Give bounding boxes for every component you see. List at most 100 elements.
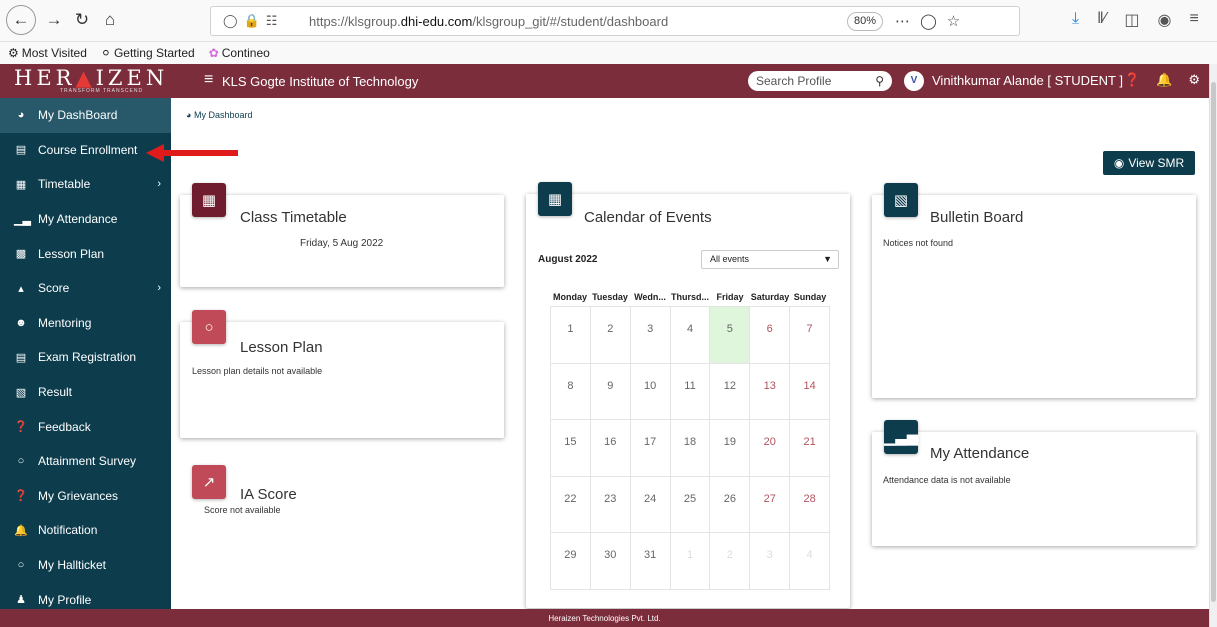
calendar-day[interactable]: 31 <box>630 533 671 590</box>
calendar-day[interactable]: 17 <box>630 420 671 477</box>
sidebar-item-my-dashboard[interactable]: ◕ My DashBoard <box>0 98 171 133</box>
breadcrumb[interactable]: ◕ My Dashboard <box>186 110 252 120</box>
contineo-icon: ✿ <box>208 46 219 60</box>
scrollbar-thumb[interactable] <box>1211 82 1216 602</box>
calendar-day[interactable]: 22 <box>551 476 591 533</box>
calendar-day[interactable]: 1 <box>551 307 591 364</box>
download-icon[interactable]: ⤓ <box>1072 10 1079 30</box>
calendar-week: 22 23 24 25 26 27 28 <box>551 476 831 533</box>
calendar-week: 29 30 31 1 2 3 4 <box>551 533 831 590</box>
calendar-day[interactable]: 23 <box>590 476 631 533</box>
calendar-day[interactable]: 9 <box>590 363 631 420</box>
calendar-day[interactable]: 18 <box>670 420 711 477</box>
user-circle-icon: ☻ <box>15 316 27 329</box>
search-profile-input[interactable]: Search Profile ⚲ <box>748 71 892 91</box>
lesson-plan-card: ○ Lesson Plan Lesson plan details not av… <box>180 310 504 438</box>
calendar-day[interactable]: 16 <box>590 420 631 477</box>
calendar-day[interactable]: 11 <box>670 363 711 420</box>
calendar-day-weekend[interactable]: 13 <box>750 363 791 420</box>
url-security-icons[interactable]: ◯ 🔒 ☷ <box>223 13 277 29</box>
sidebar-toggle-icon[interactable]: ◫ <box>1124 10 1139 30</box>
bookmark-contineo[interactable]: ✿ Contineo <box>209 46 270 60</box>
sidebar-item-mentoring[interactable]: ☻ Mentoring <box>0 306 171 341</box>
calendar-day[interactable]: 8 <box>551 363 591 420</box>
bookmark-getting-started[interactable]: ⚪ Getting Started <box>101 46 195 60</box>
reload-icon[interactable]: ↻ <box>68 6 96 34</box>
calendar-day[interactable]: 3 <box>630 307 671 364</box>
calendar-day-next-month[interactable]: 3 <box>750 533 791 590</box>
sidebar-item-score[interactable]: ▴ Score › <box>0 271 171 306</box>
url-text[interactable]: https://klsgroup.dhi-edu.com/klsgroup_gi… <box>309 14 668 29</box>
calendar-grid: 1 2 3 4 5 6 7 8 9 10 11 12 13 14 15 16 1… <box>550 306 831 590</box>
home-icon[interactable]: ⌂ <box>96 6 124 34</box>
calendar-day-today[interactable]: 5 <box>710 307 751 364</box>
calendar-day-next-month[interactable]: 4 <box>790 533 831 590</box>
sidebar-item-notification[interactable]: 🔔 Notification <box>0 513 171 548</box>
sidebar-item-label: My Profile <box>38 592 92 607</box>
bookmark-star-icon[interactable]: ☆ <box>947 12 960 30</box>
zoom-badge[interactable]: 80% <box>847 12 884 31</box>
sidebar-item-lesson-plan[interactable]: ▩ Lesson Plan <box>0 236 171 271</box>
calendar-day-weekend[interactable]: 14 <box>790 363 831 420</box>
heraizen-logo[interactable]: HER▲IZEN TRANSFORM TRANSCEND <box>14 67 174 97</box>
calendar-day[interactable]: 29 <box>551 533 591 590</box>
menu-icon[interactable]: ≡ <box>1189 10 1198 30</box>
forward-arrow-icon[interactable]: → <box>40 6 68 34</box>
calendar-day[interactable]: 24 <box>630 476 671 533</box>
chevron-right-icon: › <box>157 178 161 191</box>
calendar-day[interactable]: 30 <box>590 533 631 590</box>
events-filter-value: All events <box>710 254 750 264</box>
hamburger-menu-icon[interactable]: ≡ <box>204 71 213 89</box>
sidebar-item-exam-registration[interactable]: ▤ Exam Registration <box>0 340 171 375</box>
pocket-icon[interactable]: ◯ <box>920 12 937 30</box>
search-icon[interactable]: ⚲ <box>875 71 884 91</box>
sidebar-item-attainment-survey[interactable]: ○ Attainment Survey <box>0 444 171 479</box>
calendar-day[interactable]: 2 <box>590 307 631 364</box>
bell-icon[interactable]: 🔔 <box>1156 72 1172 88</box>
calendar-day[interactable]: 10 <box>630 363 671 420</box>
calendar-day-weekend[interactable]: 21 <box>790 420 831 477</box>
library-icon[interactable]: ‖∕ <box>1097 10 1106 30</box>
view-smr-button[interactable]: ◉ View SMR <box>1103 151 1195 175</box>
calendar-day[interactable]: 25 <box>670 476 711 533</box>
card-title: Class Timetable <box>240 209 347 226</box>
calendar-day-weekend[interactable]: 27 <box>750 476 791 533</box>
permissions-icon[interactable]: ☷ <box>266 13 278 29</box>
bookmark-most-visited[interactable]: ⚙ Most Visited <box>8 46 87 60</box>
weekday-label: Saturday <box>750 292 790 302</box>
calendar-day-next-month[interactable]: 2 <box>710 533 751 590</box>
page-scrollbar[interactable] <box>1209 64 1217 627</box>
sidebar-item-feedback[interactable]: ❓ Feedback <box>0 409 171 444</box>
sidebar-item-my-grievances[interactable]: ❓ My Grievances <box>0 479 171 514</box>
help-icon[interactable]: ❓ <box>1124 72 1140 88</box>
lock-icon[interactable]: 🔒 <box>244 13 260 29</box>
calendar-day-weekend[interactable]: 20 <box>750 420 791 477</box>
calendar-day-weekend[interactable]: 7 <box>790 307 831 364</box>
calendar-day[interactable]: 4 <box>670 307 711 364</box>
logo-triangle-icon: ▲ <box>75 66 96 90</box>
sidebar-item-my-attendance[interactable]: ▁▃ My Attendance <box>0 202 171 237</box>
sidebar-item-my-hallticket[interactable]: ○ My Hallticket <box>0 548 171 583</box>
settings-icon[interactable]: ⚙ <box>1188 72 1200 88</box>
user-name[interactable]: Vinithkumar Alande [ STUDENT ] <box>932 73 1123 88</box>
sidebar-item-timetable[interactable]: ▦ Timetable › <box>0 167 171 202</box>
calendar-day[interactable]: 15 <box>551 420 591 477</box>
calendar-day-weekend[interactable]: 28 <box>790 476 831 533</box>
sidebar-item-label: Score <box>38 281 70 296</box>
back-arrow-icon[interactable]: ← <box>6 5 36 35</box>
shield-icon[interactable]: ◯ <box>223 13 238 29</box>
calendar-day[interactable]: 26 <box>710 476 751 533</box>
account-icon[interactable]: ◉ <box>1157 10 1171 30</box>
events-filter-select[interactable]: All events ▼ <box>701 250 839 269</box>
calendar-day[interactable]: 12 <box>710 363 751 420</box>
address-bar[interactable]: ◯ 🔒 ☷ https://klsgroup.dhi-edu.com/klsgr… <box>210 6 1020 36</box>
avatar[interactable]: V <box>904 71 924 91</box>
sidebar-item-label: Feedback <box>38 419 91 434</box>
line-chart-icon: ↗ <box>192 465 226 499</box>
circle-icon: ○ <box>192 310 226 344</box>
more-actions-icon[interactable]: ⋯ <box>895 12 910 30</box>
calendar-day-next-month[interactable]: 1 <box>670 533 711 590</box>
calendar-day-weekend[interactable]: 6 <box>750 307 791 364</box>
sidebar-item-result[interactable]: ▧ Result <box>0 375 171 410</box>
calendar-day[interactable]: 19 <box>710 420 751 477</box>
